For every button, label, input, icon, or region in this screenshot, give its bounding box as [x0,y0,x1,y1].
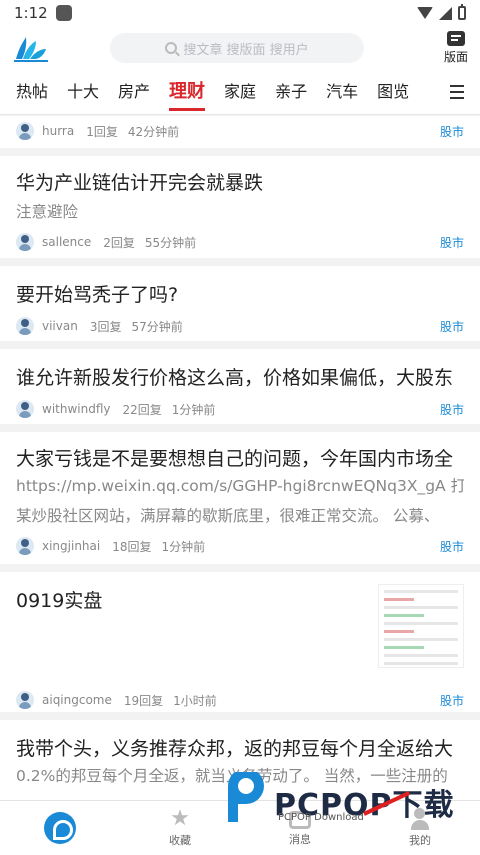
signal-icon [439,6,452,20]
avatar[interactable] [16,691,34,709]
tab-real-estate[interactable]: 房产 [118,70,150,115]
post-replies: 19回复 [123,693,164,708]
post-author[interactable]: withwindfly [42,402,111,416]
post-replies: 3回复 [89,319,122,334]
post-title: 我带个头，义务推荐众邦，返的邦豆每个月全返给大 [16,738,454,760]
home-icon [44,812,76,844]
status-icons [417,4,466,20]
avatar[interactable] [16,122,34,140]
post-title: 谁允许新股发行价格这么高，价格如果偏低，大股东 [16,367,454,389]
post-author[interactable]: viivan [42,319,78,333]
tab-hot[interactable]: 热帖 [16,70,48,115]
nav-home[interactable] [0,801,120,855]
post-time: 42分钟前 [127,124,180,139]
board-icon [446,31,465,46]
post-author[interactable]: aiqingcome [42,693,112,707]
post-board-tag[interactable]: 股市 [440,692,464,709]
message-icon [289,811,311,829]
status-bar: 1:12 [0,0,480,26]
post-time: 1分钟前 [161,539,206,554]
board-button[interactable]: 版面 [444,31,468,65]
nav-profile-label: 我的 [409,834,431,847]
bottom-nav: ★ 收藏 消息 我的 [0,800,480,855]
post-meta: aiqingcome 19回复 1小时前 股市 [16,685,464,715]
board-label: 版面 [443,50,468,64]
post-excerpt-line: 某炒股社区网站，满屏幕的歇斯底里，很难正常交流。 公募、 [16,507,440,525]
tab-parenting[interactable]: 亲子 [275,70,307,115]
post-replies: 2回复 [103,235,135,250]
tab-gallery[interactable]: 图览 [377,70,409,115]
post-board-tag[interactable]: 股市 [440,401,464,418]
avatar[interactable] [16,233,34,251]
nav-favorites-label: 收藏 [169,834,191,847]
app-logo-icon[interactable] [12,33,50,63]
post-author[interactable]: sallence [42,235,91,249]
star-icon: ★ [170,806,190,831]
post-board-tag[interactable]: 股市 [440,234,464,251]
post-time: 1分钟前 [171,402,216,417]
post-title: 华为产业链估计开完会就暴跌 [16,172,264,194]
post-replies: 1回复 [86,124,118,139]
post-card[interactable]: hurra 1回复 42分钟前 股市 [0,116,480,148]
post-card[interactable]: 要开始骂秃子了吗? viivan 3回复 57分钟前 股市 [0,266,480,341]
tab-finance[interactable]: 理财 [169,70,206,115]
notification-icon [55,5,72,21]
search-input[interactable]: 搜文章 搜版面 搜用户 [110,33,364,63]
post-meta: viivan 3回复 57分钟前 股市 [16,311,464,341]
post-card[interactable]: 华为产业链估计开完会就暴跌 注意避险 sallence 2回复 55分钟前 股市 [0,156,480,258]
post-card[interactable]: 0919实盘 aiqingcome 19回复 1小时前 股市 [0,572,480,712]
nav-messages-label: 消息 [289,833,311,846]
post-excerpt: 注意避险 [16,203,79,221]
app-screen: 1:12 搜文章 搜版面 搜用户 版面 热帖 十大 房产 理财 家庭 亲子 汽车… [0,0,480,855]
tab-family[interactable]: 家庭 [224,70,256,115]
profile-icon [409,808,431,830]
post-meta: hurra 1回复 42分钟前 股市 [16,116,464,146]
post-board-tag[interactable]: 股市 [440,318,464,335]
app-header: 搜文章 搜版面 搜用户 版面 [0,26,480,70]
post-card[interactable]: 谁允许新股发行价格这么高，价格如果偏低，大股东 withwindfly 22回复… [0,349,480,424]
status-time: 1:12 [14,4,48,22]
post-feed: hurra 1回复 42分钟前 股市 华为产业链估计开完会就暴跌 注意避险 sa… [0,116,480,800]
post-thumbnail[interactable] [378,584,464,668]
category-tabs: 热帖 十大 房产 理财 家庭 亲子 汽车 图览 [0,70,480,115]
post-board-tag[interactable]: 股市 [440,538,464,555]
post-card[interactable]: 我带个头，义务推荐众邦，返的邦豆每个月全返给大 0.2%的邦豆每个月全返，就当义… [0,720,480,800]
post-author[interactable]: hurra [42,124,74,138]
nav-messages[interactable]: 消息 [240,801,360,855]
post-time: 1小时前 [173,693,217,708]
post-title: 要开始骂秃子了吗? [16,284,179,306]
post-time: 57分钟前 [131,319,183,334]
avatar[interactable] [16,400,34,418]
post-author[interactable]: xingjinhai [42,539,100,553]
avatar[interactable] [16,317,34,335]
wifi-icon [417,7,433,19]
post-card[interactable]: 大家亏钱是不是要想想自己的问题，今年国内市场全 https://mp.weixi… [0,432,480,564]
post-meta: sallence 2回复 55分钟前 股市 [16,227,464,257]
post-excerpt-line: 0.2%的邦豆每个月全返，就当义务劳动了。 当然，一些注册的 [16,767,448,785]
post-replies: 22回复 [122,402,162,417]
tab-auto[interactable]: 汽车 [326,70,358,115]
post-time: 55分钟前 [144,235,197,250]
avatar[interactable] [16,537,34,555]
post-meta: xingjinhai 18回复 1分钟前 股市 [16,531,464,561]
post-replies: 18回复 [112,539,152,554]
search-icon [165,42,178,54]
tab-top-ten[interactable]: 十大 [67,70,99,115]
post-excerpt-line: https://mp.weixin.qq.com/s/GGHP-hgi8rcnw… [16,477,464,495]
battery-icon [458,4,466,20]
post-title: 大家亏钱是不是要想想自己的问题，今年国内市场全 [16,448,454,470]
post-board-tag[interactable]: 股市 [440,123,464,140]
search-placeholder: 搜文章 搜版面 搜用户 [183,42,309,58]
post-meta: withwindfly 22回复 1分钟前 股市 [16,394,464,424]
nav-favorites[interactable]: ★ 收藏 [120,801,240,855]
menu-icon[interactable] [450,85,464,99]
